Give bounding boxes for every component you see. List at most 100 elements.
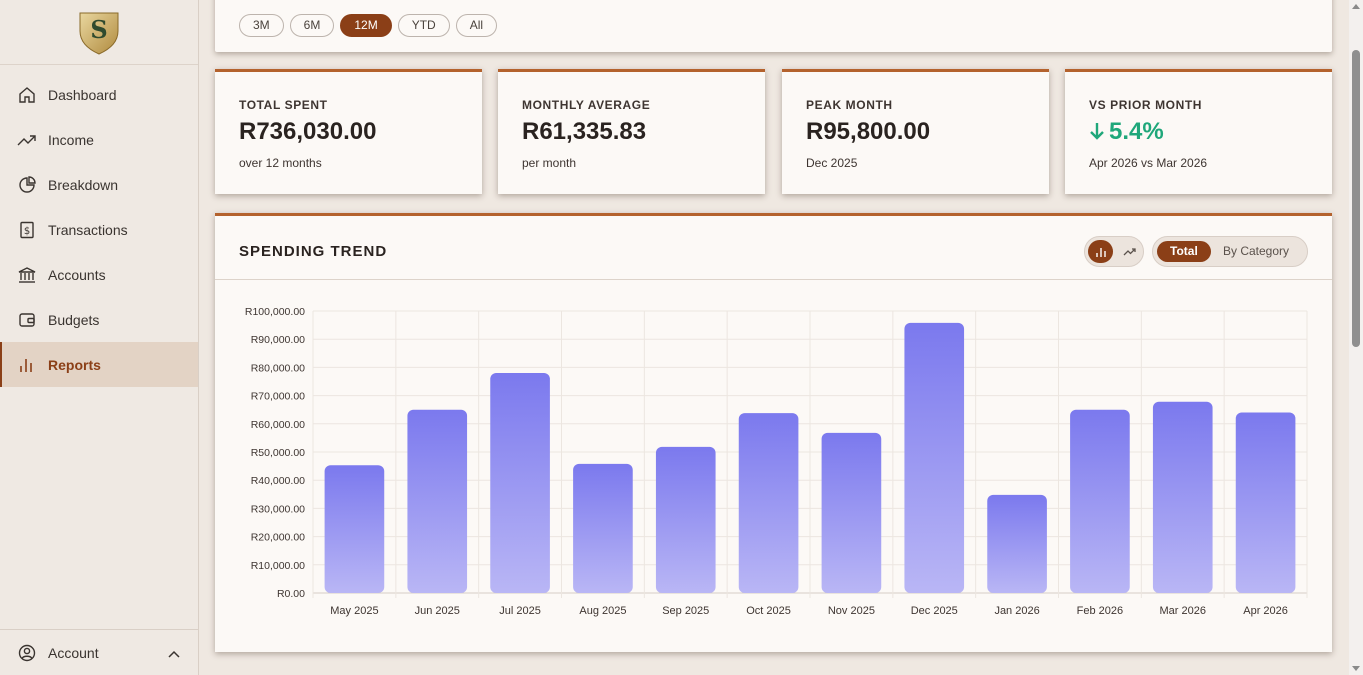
y-tick-label: R90,000.00 [251,334,305,346]
bank-icon [17,265,37,285]
svg-text:S: S [90,15,107,44]
range-6m-button[interactable]: 6M [289,14,335,37]
chart-bar[interactable] [407,409,468,593]
x-tick-label: Aug 2025 [579,605,626,617]
chart-title: SPENDING TREND [239,243,388,260]
x-tick-label: Jul 2025 [499,605,541,617]
stat-label: MONTHLY AVERAGE [522,98,651,112]
sidebar-item-label: Breakdown [48,176,119,193]
stat-value: R736,030.00 [239,118,377,145]
trending-up-icon [17,130,37,150]
stat-label: TOTAL SPENT [239,98,328,112]
chart-bar[interactable] [904,322,965,593]
page-scrollbar[interactable] [1349,0,1363,675]
sidebar-item-label: Dashboard [48,86,117,103]
stat-label: PEAK MONTH [806,98,893,112]
bar-chart-icon [17,355,37,375]
y-tick-label: R20,000.00 [251,532,305,544]
sidebar-item-label: Transactions [48,221,128,238]
svg-text:$: $ [24,226,30,237]
sidebar-item-label: Reports [48,356,101,373]
stat-sub: Apr 2026 vs Mar 2026 [1089,156,1208,170]
wallet-icon [17,310,37,330]
sidebar-item-dashboard[interactable]: Dashboard [0,72,198,117]
range-3m-button[interactable]: 3M [239,14,284,37]
arrow-down-icon [1090,123,1104,140]
stat-vs-prior-month: VS PRIOR MONTH 5.4% Apr 2026 vs Mar 2026 [1065,69,1332,194]
stat-value: R95,800.00 [806,118,931,145]
sidebar-item-transactions[interactable]: $ Transactions [0,207,198,252]
account-menu[interactable]: Account [0,629,198,675]
spending-bar-chart: R0.00 R10,000.00 R20,000.00 R30,000.00 R40,0… [245,306,1308,617]
range-all-button[interactable]: All [455,14,498,37]
sidebar-item-label: Accounts [48,266,106,283]
range-card: 3M 6M 12M YTD All [215,0,1332,52]
sidebar-item-accounts[interactable]: Accounts [0,252,198,297]
y-tick-label: R30,000.00 [251,503,305,515]
bar-chart-toggle-button[interactable] [1088,240,1113,263]
chart-bar[interactable] [324,465,385,593]
chart-bar[interactable] [1152,401,1213,593]
account-label: Account [48,644,99,661]
range-selector: 3M 6M 12M YTD All [239,14,498,37]
y-tick-label: R70,000.00 [251,391,305,403]
receipt-icon: $ [17,220,37,240]
sidebar-item-label: Income [48,131,94,148]
scroll-up-arrow-icon[interactable] [1352,4,1360,9]
x-tick-label: Jan 2026 [994,605,1039,617]
stat-sub: over 12 months [239,156,322,170]
y-tick-label: R40,000.00 [251,475,305,487]
spending-trend-card: SPENDING TREND Total By Category R0.00 R1… [215,213,1332,652]
stat-total-spent: TOTAL SPENT R736,030.00 over 12 months [215,69,482,194]
x-tick-label: Jun 2025 [415,605,460,617]
x-tick-label: Sep 2025 [662,605,709,617]
stat-monthly-average: MONTHLY AVERAGE R61,335.83 per month [498,69,765,194]
chart-bar[interactable] [655,446,716,593]
pie-chart-icon [17,175,37,195]
bar-chart-icon [1095,247,1106,257]
main-content: 3M 6M 12M YTD All TOTAL SPENT R736,030.0… [199,0,1349,675]
view-total-button[interactable]: Total [1157,241,1211,262]
home-icon [17,85,37,105]
range-12m-button[interactable]: 12M [340,14,392,37]
line-chart-toggle-button[interactable] [1118,240,1141,263]
x-tick-label: Oct 2025 [746,605,791,617]
stat-value: R61,335.83 [522,118,647,145]
chart-bar[interactable] [987,494,1047,593]
chart-bar[interactable] [1070,409,1130,593]
x-tick-label: Nov 2025 [828,605,875,617]
sidebar-item-reports[interactable]: Reports [0,342,198,387]
x-tick-label: Dec 2025 [911,605,958,617]
chart-bar[interactable] [821,432,882,593]
chart-bar[interactable] [1235,412,1296,593]
user-circle-icon [17,643,37,663]
y-tick-label: R100,000.00 [245,306,305,318]
stat-label: VS PRIOR MONTH [1089,98,1203,112]
logo-area: S [0,0,198,65]
sidebar: S Dashboard Income Breakdown $ Transacti… [0,0,199,675]
chart-bar[interactable] [573,463,633,593]
logo-shield-icon[interactable]: S [77,9,121,55]
stat-peak-month: PEAK MONTH R95,800.00 Dec 2025 [782,69,1049,194]
chart-bar[interactable] [738,413,799,593]
x-tick-label: Feb 2026 [1077,605,1123,617]
view-by-category-button[interactable]: By Category [1223,241,1289,262]
y-tick-label: R0.00 [277,588,305,600]
sidebar-item-income[interactable]: Income [0,117,198,162]
range-ytd-button[interactable]: YTD [397,14,450,37]
sidebar-item-label: Budgets [48,311,100,328]
trending-up-icon [1123,247,1136,255]
chevron-up-icon [168,645,180,661]
sidebar-item-breakdown[interactable]: Breakdown [0,162,198,207]
sidebar-item-budgets[interactable]: Budgets [0,297,198,342]
y-tick-label: R60,000.00 [251,419,305,431]
x-tick-label: Mar 2026 [1160,605,1206,617]
scroll-down-arrow-icon[interactable] [1352,666,1360,671]
x-tick-label: May 2025 [330,605,378,617]
stat-value: 5.4% [1109,118,1164,145]
chart-bar[interactable] [490,373,550,593]
stat-sub: Dec 2025 [806,156,858,170]
y-tick-label: R50,000.00 [251,447,305,459]
chart-type-toggle [1084,236,1144,267]
scrollbar-thumb[interactable] [1352,50,1360,347]
